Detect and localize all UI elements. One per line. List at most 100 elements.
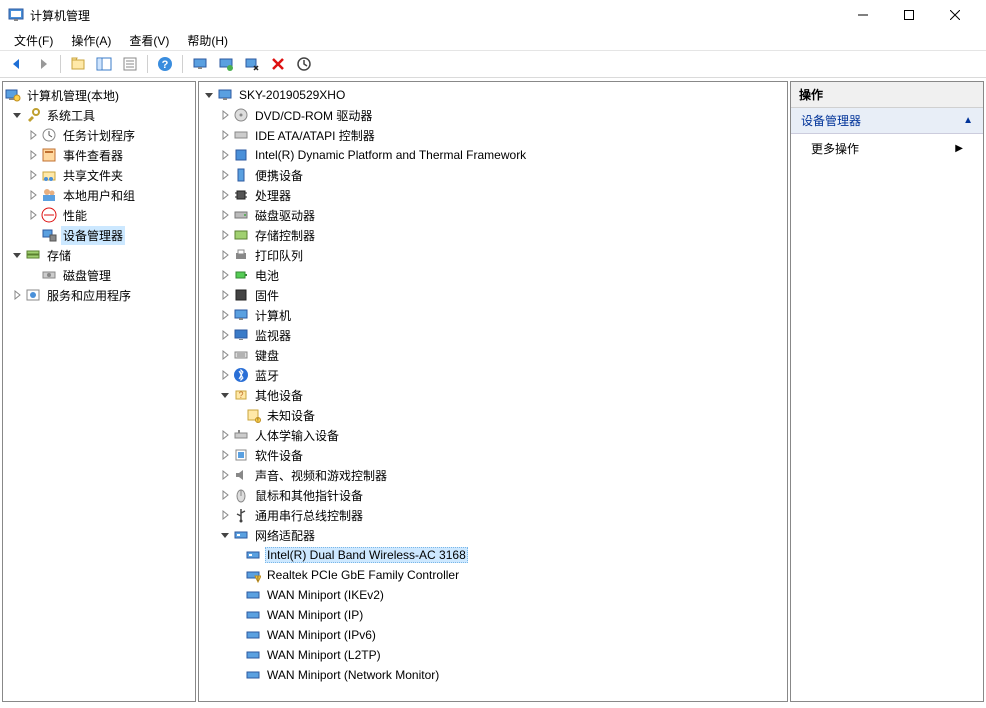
device-category-software[interactable]: 软件设备 bbox=[201, 445, 785, 465]
device-category-print-queue[interactable]: 打印队列 bbox=[201, 245, 785, 265]
device-root[interactable]: SKY-20190529XHO bbox=[201, 85, 785, 105]
device-category-intel-platform[interactable]: Intel(R) Dynamic Platform and Thermal Fr… bbox=[201, 145, 785, 165]
scan-hardware-button[interactable] bbox=[189, 53, 211, 75]
expander-closed-icon[interactable] bbox=[217, 227, 233, 243]
menu-help[interactable]: 帮助(H) bbox=[179, 30, 236, 51]
expander-closed-icon[interactable] bbox=[217, 447, 233, 463]
device-category-monitor[interactable]: 监视器 bbox=[201, 325, 785, 345]
tree-storage[interactable]: 存储 bbox=[5, 245, 193, 265]
device-tree-pane[interactable]: SKY-20190529XHO DVD/CD-ROM 驱动器 IDE ATA/A… bbox=[198, 81, 788, 702]
expander-closed-icon[interactable] bbox=[217, 367, 233, 383]
tree-shared-folders[interactable]: 共享文件夹 bbox=[5, 165, 193, 185]
device-label: Intel(R) Dual Band Wireless-AC 3168 bbox=[265, 547, 468, 563]
show-hide-console-tree-button[interactable] bbox=[93, 53, 115, 75]
device-net1[interactable]: Intel(R) Dual Band Wireless-AC 3168 bbox=[201, 545, 785, 565]
device-label: 存储控制器 bbox=[253, 226, 317, 245]
tree-event-viewer[interactable]: 事件查看器 bbox=[5, 145, 193, 165]
actions-section[interactable]: 设备管理器 ▲ bbox=[791, 108, 983, 134]
expander-closed-icon[interactable] bbox=[217, 307, 233, 323]
collapse-icon[interactable]: ▲ bbox=[963, 115, 973, 126]
device-net4[interactable]: WAN Miniport (IP) bbox=[201, 605, 785, 625]
tree-task-scheduler[interactable]: 任务计划程序 bbox=[5, 125, 193, 145]
expander-open-icon[interactable] bbox=[217, 387, 233, 403]
device-category-sound[interactable]: 声音、视频和游戏控制器 bbox=[201, 465, 785, 485]
expander-closed-icon[interactable] bbox=[217, 327, 233, 343]
expander-closed-icon[interactable] bbox=[217, 147, 233, 163]
toolbar: ? bbox=[0, 50, 986, 78]
tree-local-users[interactable]: 本地用户和组 bbox=[5, 185, 193, 205]
expander-closed-icon[interactable] bbox=[25, 207, 41, 223]
up-button[interactable] bbox=[67, 53, 89, 75]
device-category-computer[interactable]: 计算机 bbox=[201, 305, 785, 325]
menu-action[interactable]: 操作(A) bbox=[63, 30, 119, 51]
expander-closed-icon[interactable] bbox=[217, 167, 233, 183]
expander-closed-icon[interactable] bbox=[217, 427, 233, 443]
expander-closed-icon[interactable] bbox=[217, 287, 233, 303]
device-category-mouse[interactable]: 鼠标和其他指针设备 bbox=[201, 485, 785, 505]
device-category-keyboard[interactable]: 键盘 bbox=[201, 345, 785, 365]
tree-performance[interactable]: 性能 bbox=[5, 205, 193, 225]
device-category-other[interactable]: ?其他设备 bbox=[201, 385, 785, 405]
menu-view[interactable]: 查看(V) bbox=[121, 30, 177, 51]
expander-closed-icon[interactable] bbox=[217, 107, 233, 123]
expander-closed-icon[interactable] bbox=[217, 347, 233, 363]
expander-closed-icon[interactable] bbox=[217, 207, 233, 223]
uninstall-device-button[interactable] bbox=[267, 53, 289, 75]
device-category-usb[interactable]: 通用串行总线控制器 bbox=[201, 505, 785, 525]
svg-text:?: ? bbox=[238, 390, 243, 400]
device-category-dvd[interactable]: DVD/CD-ROM 驱动器 bbox=[201, 105, 785, 125]
expander-closed-icon[interactable] bbox=[217, 467, 233, 483]
expander-closed-icon[interactable] bbox=[9, 287, 25, 303]
expander-open-icon[interactable] bbox=[9, 107, 25, 123]
device-category-network[interactable]: 网络适配器 bbox=[201, 525, 785, 545]
forward-button[interactable] bbox=[32, 53, 54, 75]
device-net5[interactable]: WAN Miniport (IPv6) bbox=[201, 625, 785, 645]
minimize-button[interactable] bbox=[840, 0, 886, 30]
console-tree-pane[interactable]: 计算机管理(本地) 系统工具 任务计划程序 事件查看器 bbox=[2, 81, 196, 702]
device-unknown[interactable]: !未知设备 bbox=[201, 405, 785, 425]
device-category-cpu[interactable]: 处理器 bbox=[201, 185, 785, 205]
expander-closed-icon[interactable] bbox=[25, 187, 41, 203]
expander-closed-icon[interactable] bbox=[25, 147, 41, 163]
device-net3[interactable]: WAN Miniport (IKEv2) bbox=[201, 585, 785, 605]
device-net6[interactable]: WAN Miniport (L2TP) bbox=[201, 645, 785, 665]
tree-system-tools[interactable]: 系统工具 bbox=[5, 105, 193, 125]
device-manager-icon bbox=[41, 227, 57, 243]
expander-closed-icon[interactable] bbox=[217, 187, 233, 203]
expander-closed-icon[interactable] bbox=[217, 507, 233, 523]
device-category-ide[interactable]: IDE ATA/ATAPI 控制器 bbox=[201, 125, 785, 145]
device-category-portable[interactable]: 便携设备 bbox=[201, 165, 785, 185]
update-driver-button[interactable] bbox=[215, 53, 237, 75]
scan-for-changes-button[interactable] bbox=[293, 53, 315, 75]
tree-services-apps[interactable]: 服务和应用程序 bbox=[5, 285, 193, 305]
expander-closed-icon[interactable] bbox=[217, 127, 233, 143]
device-category-disk-drives[interactable]: 磁盘驱动器 bbox=[201, 205, 785, 225]
device-category-hid[interactable]: 人体学输入设备 bbox=[201, 425, 785, 445]
tree-disk-management[interactable]: · 磁盘管理 bbox=[5, 265, 193, 285]
close-button[interactable] bbox=[932, 0, 978, 30]
maximize-button[interactable] bbox=[886, 0, 932, 30]
more-actions[interactable]: 更多操作 ▶ bbox=[791, 134, 983, 163]
device-category-bluetooth[interactable]: 蓝牙 bbox=[201, 365, 785, 385]
device-category-battery[interactable]: 电池 bbox=[201, 265, 785, 285]
help-button[interactable]: ? bbox=[154, 53, 176, 75]
expander-open-icon[interactable] bbox=[9, 247, 25, 263]
expander-closed-icon[interactable] bbox=[217, 267, 233, 283]
expander-closed-icon[interactable] bbox=[217, 487, 233, 503]
expander-closed-icon[interactable] bbox=[25, 167, 41, 183]
disable-device-button[interactable] bbox=[241, 53, 263, 75]
expander-open-icon[interactable] bbox=[201, 87, 217, 103]
device-category-firmware[interactable]: 固件 bbox=[201, 285, 785, 305]
tree-root[interactable]: 计算机管理(本地) bbox=[5, 85, 193, 105]
menu-file[interactable]: 文件(F) bbox=[6, 30, 61, 51]
expander-closed-icon[interactable] bbox=[217, 247, 233, 263]
properties-button[interactable] bbox=[119, 53, 141, 75]
back-button[interactable] bbox=[6, 53, 28, 75]
device-label: WAN Miniport (L2TP) bbox=[265, 647, 383, 663]
tree-device-manager[interactable]: · 设备管理器 bbox=[5, 225, 193, 245]
device-category-storage-ctrl[interactable]: 存储控制器 bbox=[201, 225, 785, 245]
expander-open-icon[interactable] bbox=[217, 527, 233, 543]
device-net7[interactable]: WAN Miniport (Network Monitor) bbox=[201, 665, 785, 685]
expander-closed-icon[interactable] bbox=[25, 127, 41, 143]
device-net2[interactable]: !Realtek PCIe GbE Family Controller bbox=[201, 565, 785, 585]
